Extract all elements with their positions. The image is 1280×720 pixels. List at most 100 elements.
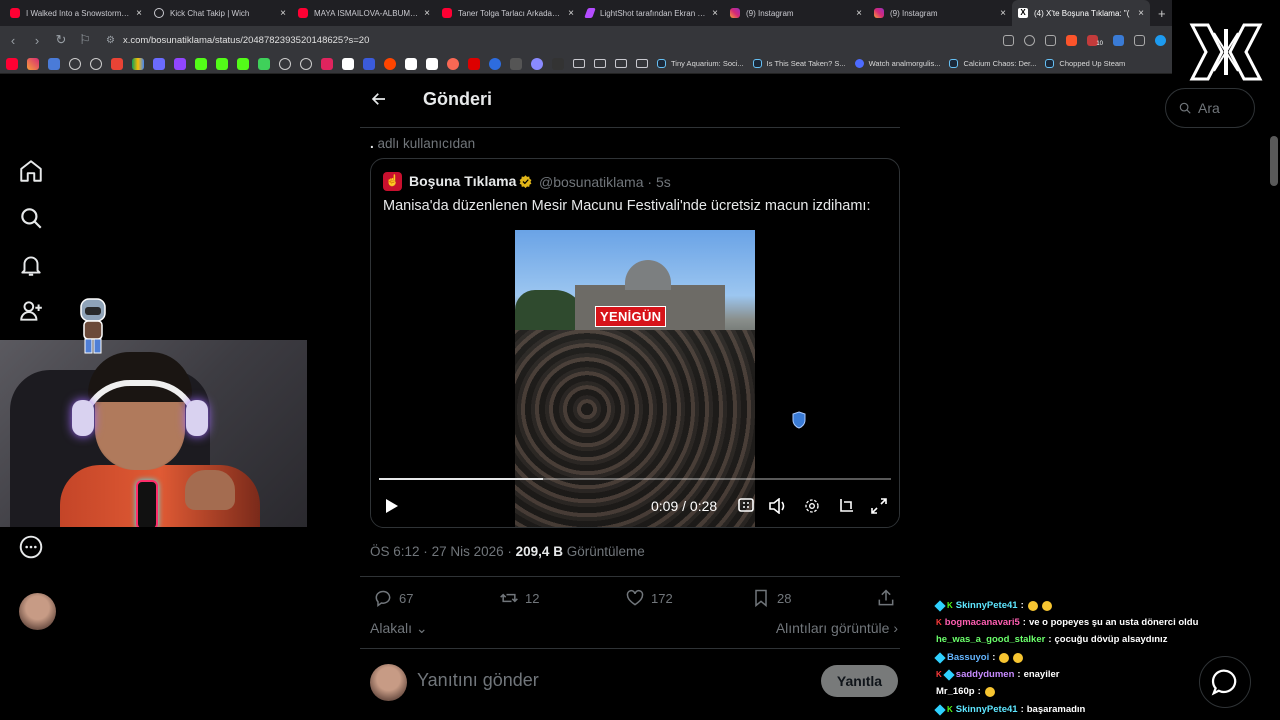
reply-submit-button[interactable]: Yanıtla <box>821 665 898 697</box>
browser-tab[interactable]: MAYA ISMAILOVA-ALBUM "TAI × <box>292 0 436 26</box>
bookmark-link[interactable]: Is This Seat Taken? S... <box>752 59 846 68</box>
x-icon[interactable] <box>342 57 354 70</box>
bookmark-icon[interactable] <box>300 57 312 70</box>
drive-icon[interactable] <box>132 57 144 70</box>
captions-icon[interactable] <box>738 498 754 517</box>
folder-icon[interactable] <box>636 59 648 68</box>
bookmark-icon[interactable] <box>258 57 270 70</box>
kick-icon[interactable] <box>216 57 228 70</box>
bookmark-icon[interactable] <box>552 57 564 70</box>
bookmark-icon[interactable] <box>489 57 501 70</box>
youtube-icon[interactable] <box>6 57 18 70</box>
back-arrow-icon[interactable] <box>370 90 388 108</box>
bookmark-link[interactable]: Watch analmorgulis... <box>854 59 940 68</box>
site-settings-icon[interactable]: ⚙ <box>106 35 115 46</box>
bookmark-icon[interactable] <box>510 57 522 70</box>
close-icon[interactable]: × <box>424 8 430 19</box>
close-icon[interactable]: × <box>712 8 718 19</box>
close-icon[interactable]: × <box>280 8 286 19</box>
like-button[interactable]: 172 <box>625 588 673 608</box>
twitch-icon[interactable] <box>174 57 186 70</box>
search-icon[interactable] <box>18 205 44 231</box>
extension-icon[interactable] <box>1134 34 1145 46</box>
quoted-avatar[interactable]: ☝ <box>383 172 402 191</box>
cast-icon[interactable] <box>1003 34 1015 46</box>
close-icon[interactable]: × <box>568 8 574 19</box>
bookmark-link[interactable]: Tiny Aquarium: Soci... <box>657 59 744 68</box>
close-icon[interactable]: × <box>856 8 862 19</box>
quoted-post[interactable]: ☝ Boşuna Tıklama @bosunatiklama · 5s Man… <box>370 158 900 528</box>
messages-button[interactable] <box>1199 656 1251 708</box>
repost-button[interactable]: 12 <box>499 588 539 608</box>
folder-icon[interactable] <box>594 59 606 68</box>
browser-tab[interactable]: Taner Tolga Tarlacı Arkadaşı Ya × <box>436 0 580 26</box>
close-icon[interactable]: × <box>136 8 142 19</box>
picture-in-picture-icon[interactable] <box>838 498 854 519</box>
quoted-author-name[interactable]: Boşuna Tıklama <box>409 173 516 189</box>
browser-tab[interactable]: Kick Chat Takip | Wich × <box>148 0 292 26</box>
more-icon[interactable] <box>18 534 44 560</box>
reply-input[interactable]: Yanıtını gönder <box>417 670 539 691</box>
video-player[interactable]: YENİGÜN 0:09 / 0:28 <box>371 230 899 527</box>
bookmark-icon[interactable]: ⚐ <box>78 32 92 48</box>
account-avatar[interactable] <box>19 593 56 630</box>
search-input[interactable]: Ara <box>1165 88 1255 128</box>
quoted-author-handle[interactable]: @bosunatiklama · 5s <box>539 174 671 190</box>
forward-icon[interactable]: › <box>30 33 44 48</box>
new-tab-button[interactable]: + <box>1158 6 1166 21</box>
patreon-icon[interactable] <box>405 57 417 70</box>
brave-shield-icon[interactable] <box>1066 34 1078 46</box>
steam-icon <box>752 59 762 68</box>
kick-icon[interactable] <box>195 57 207 70</box>
bookmark-icon[interactable] <box>447 57 459 70</box>
page-scrollbar[interactable] <box>1270 136 1278 186</box>
reload-icon[interactable]: ↻ <box>54 32 68 48</box>
globe-icon[interactable] <box>90 57 102 70</box>
kick-badge-icon: K <box>947 705 953 714</box>
fullscreen-icon[interactable] <box>871 498 887 519</box>
folder-icon[interactable] <box>573 59 585 68</box>
bookmark-icon[interactable] <box>48 57 60 70</box>
reddit-icon[interactable] <box>384 57 396 70</box>
browser-tab[interactable]: I Walked Into a Snowstorm Wi × <box>4 0 148 26</box>
extension-badge: 10 <box>1096 41 1103 47</box>
close-icon[interactable]: × <box>1138 8 1144 19</box>
browser-tab-active[interactable]: X (4) X'te Boşuna Tıklama: "(× <box>1012 0 1150 26</box>
settings-icon[interactable] <box>804 498 820 519</box>
bookmark-icon[interactable] <box>531 57 543 70</box>
globe-icon[interactable] <box>69 57 81 70</box>
url-field[interactable]: ⚙ x.com/bosunatiklama/status/20487823935… <box>102 29 993 51</box>
browser-tab[interactable]: (9) Instagram × <box>868 0 1012 26</box>
amazon-icon[interactable] <box>426 57 438 70</box>
instagram-icon[interactable] <box>27 57 39 70</box>
bookmark-icon[interactable] <box>468 57 480 70</box>
kick-icon[interactable] <box>237 57 249 70</box>
zoom-icon[interactable] <box>1024 34 1036 46</box>
bookmark-link[interactable]: Chopped Up Steam <box>1045 59 1125 68</box>
home-icon[interactable] <box>18 158 44 184</box>
folder-icon[interactable] <box>615 59 627 68</box>
notifications-icon[interactable] <box>18 252 44 278</box>
bookmark-icon[interactable] <box>321 57 333 70</box>
volume-icon[interactable] <box>769 497 787 519</box>
browser-tab[interactable]: LightShot tarafından Ekran Gö × <box>580 0 724 26</box>
close-icon[interactable]: × <box>1000 8 1006 19</box>
reply-button[interactable]: 67 <box>373 588 413 608</box>
video-progress-bar[interactable] <box>379 478 891 480</box>
audio-icon[interactable] <box>1113 34 1124 46</box>
bookmark-icon[interactable] <box>363 57 375 70</box>
share-button[interactable] <box>876 588 896 608</box>
extension-icon[interactable] <box>1155 34 1166 46</box>
sort-dropdown[interactable]: Alakalı ⌄ <box>370 620 428 637</box>
anchor-icon[interactable] <box>279 57 291 70</box>
browser-tab[interactable]: (9) Instagram × <box>724 0 868 26</box>
play-icon[interactable] <box>385 498 399 519</box>
follow-icon[interactable] <box>18 298 44 324</box>
share-icon[interactable] <box>1045 34 1057 46</box>
bookmark-icon[interactable] <box>153 57 165 70</box>
bookmark-link[interactable]: Calcium Chaos: Der... <box>949 59 1036 68</box>
view-quotes-link[interactable]: Alıntıları görüntüle › <box>776 620 898 636</box>
bookmark-button[interactable]: 28 <box>751 588 791 608</box>
back-icon[interactable]: ‹ <box>6 33 20 48</box>
gmail-icon[interactable] <box>111 57 123 70</box>
